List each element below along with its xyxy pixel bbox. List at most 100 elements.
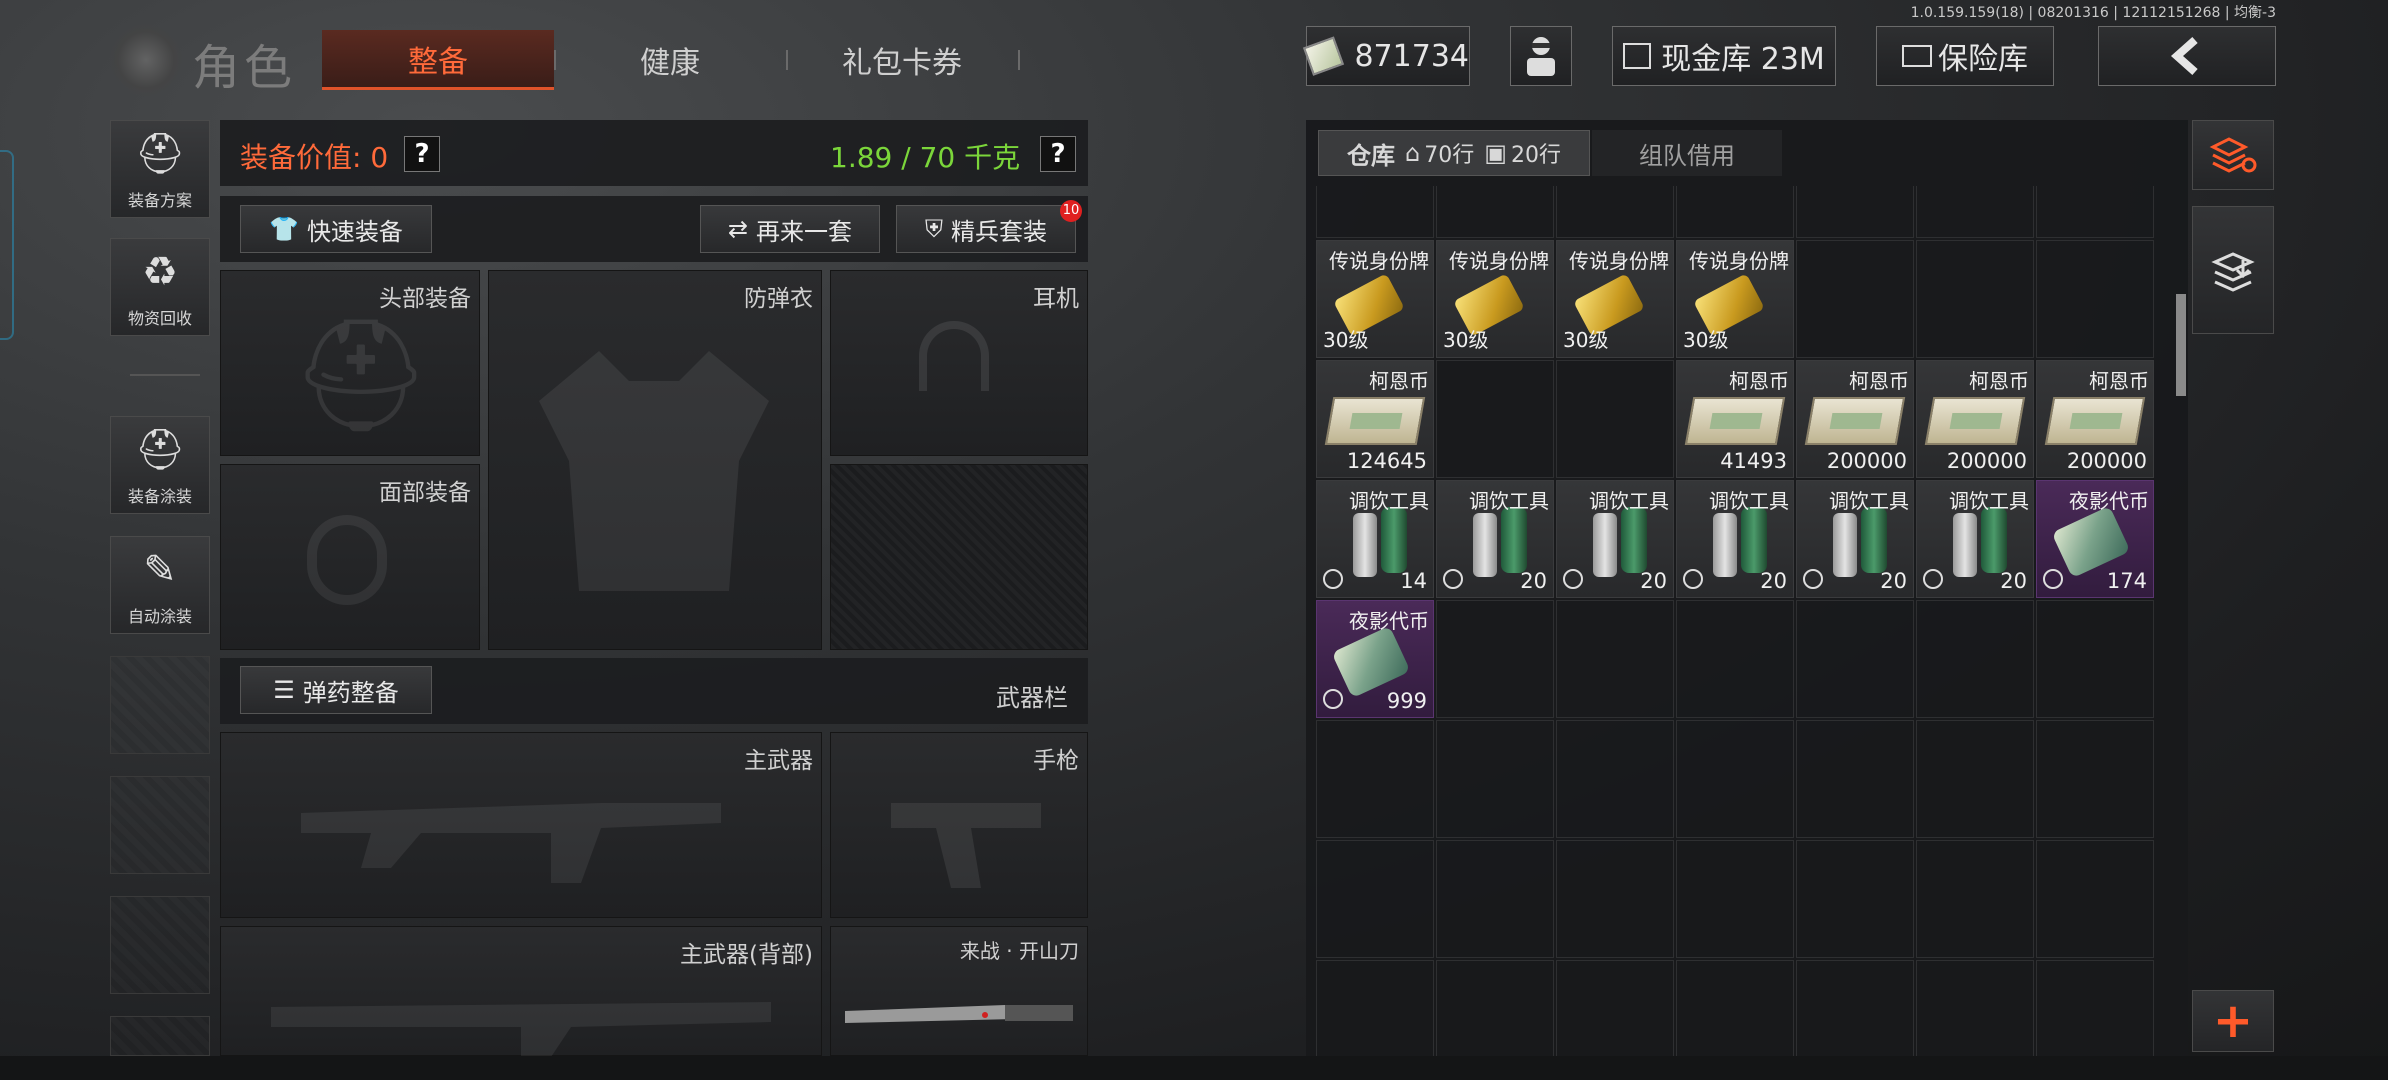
cash-vault-button[interactable]: 现金库 23M — [1612, 26, 1836, 86]
bottle-icon — [1713, 513, 1737, 577]
again-button[interactable]: ⇄ 再来一套 — [700, 205, 880, 253]
nav-auto-paint[interactable]: ✎ 自动涂装 — [110, 536, 210, 634]
warehouse-item[interactable]: 调饮工具 14 — [1316, 480, 1434, 598]
bag-icon: ▣ — [1484, 139, 1507, 167]
equipment-value: 装备价值: 0 — [240, 141, 389, 174]
item-name: 传说身份牌 — [1329, 249, 1429, 273]
slot-face[interactable]: 面部装备 — [220, 464, 480, 650]
character-logo — [110, 24, 182, 96]
slot-primary[interactable]: 主武器 — [220, 732, 822, 918]
cash-icon — [1924, 397, 2026, 445]
grid-cell — [1676, 600, 1794, 718]
tab-equip[interactable]: 整备 — [322, 30, 554, 90]
item-count: 200000 — [1946, 449, 2027, 473]
warehouse-item[interactable]: 夜影代币 999 — [1316, 600, 1434, 718]
warehouse-item[interactable]: 调饮工具 20 — [1796, 480, 1914, 598]
tab-gift-cards[interactable]: 礼包卡券 — [786, 30, 1018, 90]
sort-button[interactable] — [2192, 120, 2274, 190]
grid-cell — [1316, 186, 1434, 238]
safe-button[interactable]: 保险库 — [1876, 26, 2054, 86]
add-button[interactable]: + — [2192, 990, 2274, 1052]
warehouse-item[interactable]: 传说身份牌 30级 — [1676, 240, 1794, 358]
slot-armor[interactable]: 防弹衣 — [488, 270, 822, 650]
warehouse-tab[interactable]: 仓库 ⌂ 70行 ▣ 20行 — [1318, 130, 1590, 176]
shirt-icon: 👕 — [269, 215, 299, 243]
warehouse-item[interactable]: 柯恩币 41493 — [1676, 360, 1794, 478]
tab-health[interactable]: 健康 — [554, 30, 786, 90]
grid-cell — [1796, 186, 1914, 238]
slot-label: 手枪 — [1033, 748, 1079, 774]
slot-pistol[interactable]: 手枪 — [830, 732, 1088, 918]
quick-equip-label: 快速装备 — [306, 217, 403, 246]
cash-icon — [2044, 397, 2146, 445]
team-borrow-tab[interactable]: 组队借用 — [1592, 130, 1782, 176]
item-count: 999 — [1386, 689, 1427, 713]
weight-help-button[interactable]: ? — [1040, 136, 1076, 172]
deposit-button[interactable] — [2192, 206, 2274, 334]
item-count: 20 — [1520, 569, 1547, 593]
auto-paint-icon: ✎ — [143, 547, 177, 593]
item-name: 柯恩币 — [1729, 369, 1789, 393]
nav-label: 装备涂装 — [127, 487, 192, 506]
ammo-button[interactable]: ☰ 弹药整备 — [240, 666, 432, 714]
item-level: 30级 — [1683, 328, 1729, 352]
shield-icon: ⛨ — [925, 215, 943, 243]
home-icon: ⌂ — [1405, 139, 1421, 167]
headset-icon — [919, 321, 989, 391]
clock-icon — [2043, 569, 2063, 589]
layers-download-icon — [2211, 252, 2255, 292]
grid-cell — [1676, 720, 1794, 838]
left-edge-handle[interactable] — [0, 150, 14, 340]
grid-cell — [1796, 240, 1914, 358]
bottle-icon — [1353, 513, 1377, 577]
elite-set-button[interactable]: ⛨ 精兵套装 — [896, 205, 1076, 253]
warehouse-item[interactable]: 传说身份牌 30级 — [1556, 240, 1674, 358]
paint-icon: ⛑ — [134, 427, 186, 473]
warehouse-item[interactable]: 传说身份牌 30级 — [1436, 240, 1554, 358]
nav-equipment-plan[interactable]: ⛑ 装备方案 — [110, 120, 210, 218]
grid-cell — [1916, 840, 2034, 958]
quick-equip-button[interactable]: 👕 快速装备 — [240, 205, 432, 253]
grid-cell — [1796, 840, 1914, 958]
item-count: 20 — [1640, 569, 1667, 593]
item-count: 20 — [1760, 569, 1787, 593]
warehouse-item[interactable]: 调饮工具 20 — [1556, 480, 1674, 598]
nav-empty-slot — [110, 1016, 210, 1056]
equipment-plan-icon: ⛑ — [134, 131, 186, 177]
item-level: 30级 — [1323, 328, 1369, 352]
machete-icon — [845, 1005, 1073, 1023]
warehouse-item[interactable]: 夜影代币 174 — [2036, 480, 2154, 598]
trader-button[interactable] — [1510, 26, 1572, 86]
grid-cell — [1676, 186, 1794, 238]
clock-icon — [1803, 569, 1823, 589]
cash-icon — [1684, 397, 1786, 445]
warehouse-scrollbar[interactable] — [2176, 294, 2186, 396]
nav-recycle[interactable]: ♻ 物资回收 — [110, 238, 210, 336]
warehouse-item[interactable]: 调饮工具 20 — [1676, 480, 1794, 598]
value-help-button[interactable]: ? — [404, 136, 440, 172]
warehouse-item[interactable]: 传说身份牌 30级 — [1316, 240, 1434, 358]
grid-cell — [1796, 960, 1914, 1056]
slot-headset[interactable]: 耳机 — [830, 270, 1088, 456]
ammo-icon: ☰ — [273, 676, 295, 704]
nav-empty-slot — [110, 896, 210, 994]
slot-primary-back[interactable]: 主武器(背部) — [220, 926, 822, 1057]
warehouse-item[interactable]: 柯恩币 200000 — [2036, 360, 2154, 478]
slot-melee[interactable]: 来战 · 开山刀 — [830, 926, 1088, 1056]
clock-icon — [1683, 569, 1703, 589]
item-count: 124645 — [1346, 449, 1427, 473]
warehouse-item[interactable]: 柯恩币 124645 — [1316, 360, 1434, 478]
warehouse-item[interactable]: 柯恩币 200000 — [1916, 360, 2034, 478]
grid-cell — [1316, 840, 1434, 958]
warehouse-item[interactable]: 调饮工具 20 — [1916, 480, 2034, 598]
slot-head[interactable]: ⛑ 头部装备 — [220, 270, 480, 456]
nav-paint[interactable]: ⛑ 装备涂装 — [110, 416, 210, 514]
grid-cell — [1556, 186, 1674, 238]
slot-label: 头部装备 — [379, 286, 471, 312]
warehouse-item[interactable]: 柯恩币 200000 — [1796, 360, 1914, 478]
bottle-icon — [1381, 507, 1407, 573]
grid-cell — [2036, 840, 2154, 958]
back-button[interactable] — [2098, 26, 2276, 86]
grid-cell — [1556, 720, 1674, 838]
warehouse-item[interactable]: 调饮工具 20 — [1436, 480, 1554, 598]
